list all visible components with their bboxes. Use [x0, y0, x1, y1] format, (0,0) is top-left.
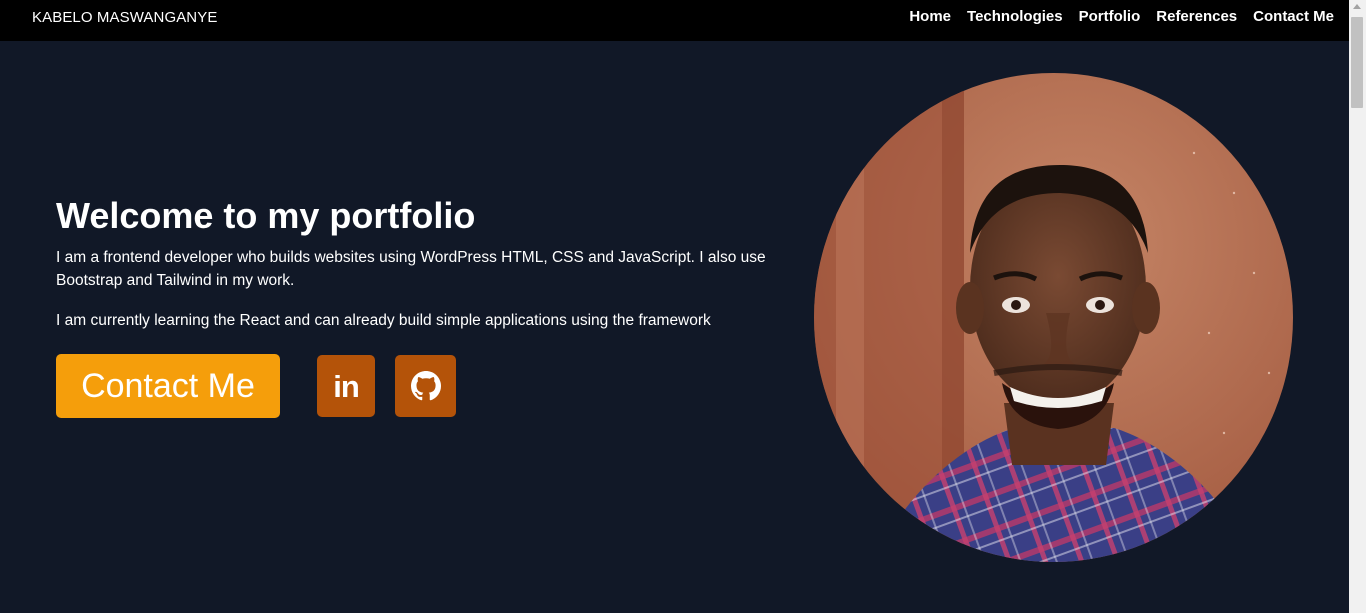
- portrait-illustration: [814, 73, 1293, 562]
- site-brand[interactable]: KABELO MASWANGANYE: [32, 9, 217, 27]
- page-scrollbar[interactable]: [1349, 0, 1366, 613]
- hero-learning-paragraph: I am currently learning the React and ca…: [56, 312, 711, 329]
- scrollbar-thumb[interactable]: [1351, 17, 1363, 108]
- nav-link-home[interactable]: Home: [909, 8, 951, 26]
- linkedin-button[interactable]: in: [317, 355, 375, 417]
- github-icon: [410, 371, 441, 401]
- nav-link-portfolio[interactable]: Portfolio: [1079, 8, 1141, 26]
- hero-text: Welcome to my portfolio I am a frontend …: [56, 192, 796, 332]
- nav-links: Home Technologies Portfolio References C…: [909, 8, 1334, 26]
- linkedin-icon: in: [333, 368, 360, 404]
- hero-title: Welcome to my portfolio: [56, 195, 476, 236]
- hero-intro-paragraph: I am a frontend developer who builds web…: [56, 249, 766, 289]
- nav-link-references[interactable]: References: [1156, 8, 1237, 26]
- profile-photo: [814, 73, 1293, 562]
- scroll-up-arrow-icon[interactable]: [1353, 4, 1361, 9]
- nav-link-contact[interactable]: Contact Me: [1253, 8, 1334, 26]
- contact-me-button[interactable]: Contact Me: [56, 354, 280, 418]
- navbar: KABELO MASWANGANYE Home Technologies Por…: [0, 0, 1349, 41]
- github-button[interactable]: [395, 355, 456, 417]
- nav-link-technologies[interactable]: Technologies: [967, 8, 1063, 26]
